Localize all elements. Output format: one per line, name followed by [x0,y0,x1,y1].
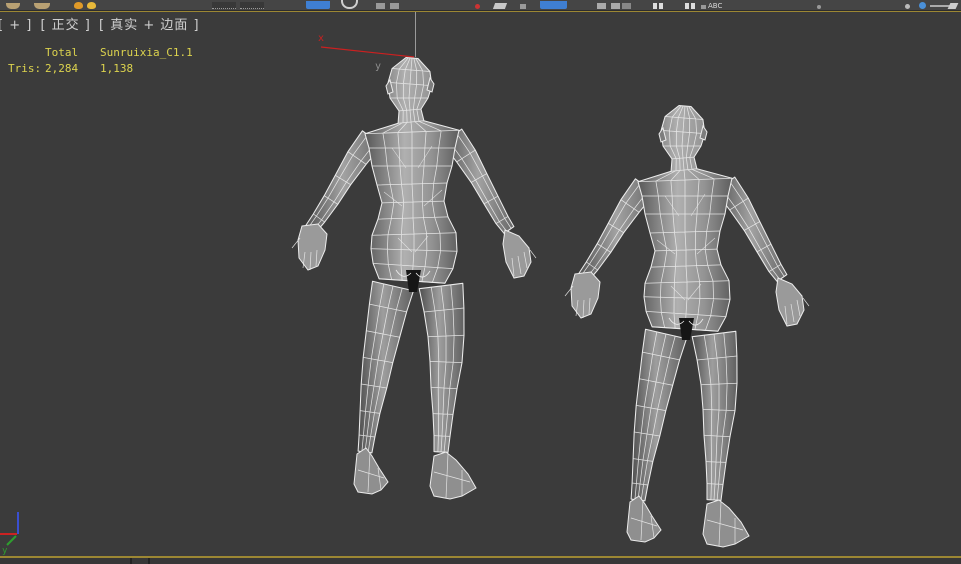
world-axis-y-label: y [2,546,8,556]
stats-tris-object-value: 1,138 [100,62,134,75]
viewport-canvas[interactable]: x y y [0,0,961,564]
dropdown-arrow-icon[interactable] [701,5,706,9]
track-bar-tick [148,558,150,564]
track-bar-tick [130,558,132,564]
stats-row-tris-label: Tris: [8,62,42,75]
viewport-label: [ + ] [ 正交 ] [ 真实 + 边面 ] [0,14,203,33]
render-frame-icon[interactable] [919,2,926,9]
window-crossing-icon[interactable] [376,3,385,9]
redo-icon[interactable] [34,3,50,9]
toolbar-dot-icon[interactable] [817,5,821,9]
abc-text-tool-icon[interactable]: ABC [708,2,722,10]
viewport-shading-menu[interactable]: [ 真实 + 边面 ] [99,14,200,33]
snap-toggle-icon[interactable] [475,4,480,9]
stats-col-object: Sunruixia_C1.1 [100,46,193,59]
crossing-icon[interactable] [390,3,399,9]
gizmo-x-axis-label: x [318,33,324,44]
main-toolbar: ABC [0,0,961,11]
align-center-icon[interactable] [685,3,689,9]
render-setup-icon[interactable] [905,4,910,9]
mirror-icon[interactable] [597,3,606,9]
align-center-icon-2[interactable] [691,3,695,9]
unlink-icon[interactable] [87,2,96,9]
named-selection-dropdown[interactable] [240,2,264,9]
viewport-view-menu[interactable]: [ 正交 ] [40,14,90,33]
select-by-region-icon[interactable] [341,0,358,9]
angle-snap-icon[interactable] [492,3,508,9]
statistics-overlay: Total Sunruixia_C1.1 Tris: 2,284 1,138 [8,45,193,77]
viewport-maximize-menu[interactable]: [ + ] [0,18,32,33]
track-bar-edge[interactable] [0,558,961,564]
gizmo-y-axis-label: y [375,61,381,72]
layer-manager-icon[interactable] [622,3,631,9]
align-icon[interactable] [611,3,620,9]
render-slider[interactable] [930,5,950,7]
wireframe-model-left[interactable] [291,56,537,500]
select-object-button[interactable] [306,1,330,9]
link-icon[interactable] [74,2,83,9]
align-left-icon[interactable] [653,3,657,9]
viewport-window: ABC [ + ] [ 正交 ] [ 真实 + 边面 ] Total Sunru… [0,0,961,564]
percent-snap-icon[interactable] [520,4,526,9]
edit-named-selection-button[interactable] [540,1,567,9]
selection-filter-dropdown[interactable] [212,2,236,9]
stats-tris-total-value: 2,284 [45,62,79,75]
stats-empty-cell [8,45,45,61]
align-left-icon-2[interactable] [659,3,663,9]
wireframe-model-right[interactable] [564,104,810,548]
undo-icon[interactable] [6,3,20,9]
world-axis-tripod: y [0,512,19,556]
stats-col-total: Total [45,46,79,59]
render-pen-icon[interactable] [947,3,959,9]
